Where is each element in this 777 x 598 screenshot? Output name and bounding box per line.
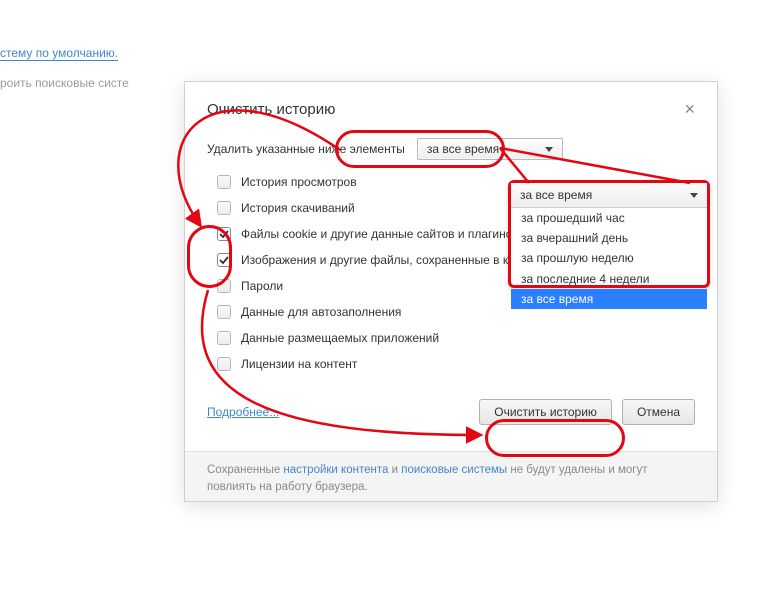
- time-range-select[interactable]: за все время: [417, 138, 563, 160]
- check-label: Данные для автозаполнения: [241, 305, 401, 319]
- clear-history-button[interactable]: Очистить историю: [479, 399, 612, 425]
- dialog-footer: Сохраненные настройки контента и поисков…: [185, 451, 717, 501]
- footer-mid: и: [388, 464, 401, 476]
- more-link[interactable]: Подробнее...: [207, 405, 279, 419]
- background-link-default[interactable]: стему по умолчанию.: [0, 46, 118, 61]
- chevron-down-icon: [545, 147, 553, 152]
- check-item-6[interactable]: Данные размещаемых приложений: [207, 325, 695, 351]
- check-label: Данные размещаемых приложений: [241, 331, 439, 345]
- dropdown-options: за прошедший часза вчерашний деньза прош…: [511, 208, 707, 309]
- dropdown-selected[interactable]: за все время: [511, 183, 707, 208]
- dropdown-option[interactable]: за последние 4 недели: [511, 269, 707, 289]
- dropdown-option[interactable]: за прошедший час: [511, 208, 707, 228]
- time-range-value: за все время: [427, 142, 499, 156]
- checkbox[interactable]: [217, 279, 231, 293]
- cancel-button[interactable]: Отмена: [622, 399, 695, 425]
- checkbox[interactable]: [217, 227, 231, 241]
- check-label: Лицензии на контент: [241, 357, 357, 371]
- checkbox[interactable]: [217, 253, 231, 267]
- delete-elements-label: Удалить указанные ниже элементы: [207, 142, 405, 156]
- check-item-7[interactable]: Лицензии на контент: [207, 351, 695, 377]
- checkbox[interactable]: [217, 201, 231, 215]
- check-label: Пароли: [241, 279, 283, 293]
- check-label: Изображения и другие файлы, сохраненные …: [241, 253, 531, 267]
- time-range-dropdown-open[interactable]: за все время за прошедший часза вчерашни…: [508, 180, 710, 288]
- dialog-title: Очистить историю: [207, 101, 335, 118]
- checkbox[interactable]: [217, 331, 231, 345]
- dropdown-selected-text: за все время: [520, 188, 592, 202]
- dropdown-option[interactable]: за прошлую неделю: [511, 248, 707, 268]
- checkbox[interactable]: [217, 305, 231, 319]
- checkbox[interactable]: [217, 175, 231, 189]
- check-label: Файлы cookie и другие данные сайтов и пл…: [241, 227, 519, 241]
- chevron-down-icon: [690, 193, 698, 198]
- checkbox[interactable]: [217, 357, 231, 371]
- background-text-search: роить поисковые систе: [0, 76, 129, 90]
- dropdown-option[interactable]: за все время: [511, 289, 707, 309]
- close-icon[interactable]: ×: [684, 100, 695, 118]
- check-label: История скачиваний: [241, 201, 355, 215]
- content-settings-link[interactable]: настройки контента: [283, 464, 388, 476]
- search-systems-link[interactable]: поисковые системы: [401, 464, 507, 476]
- footer-prefix: Сохраненные: [207, 464, 283, 476]
- dropdown-option[interactable]: за вчерашний день: [511, 228, 707, 248]
- check-label: История просмотров: [241, 175, 357, 189]
